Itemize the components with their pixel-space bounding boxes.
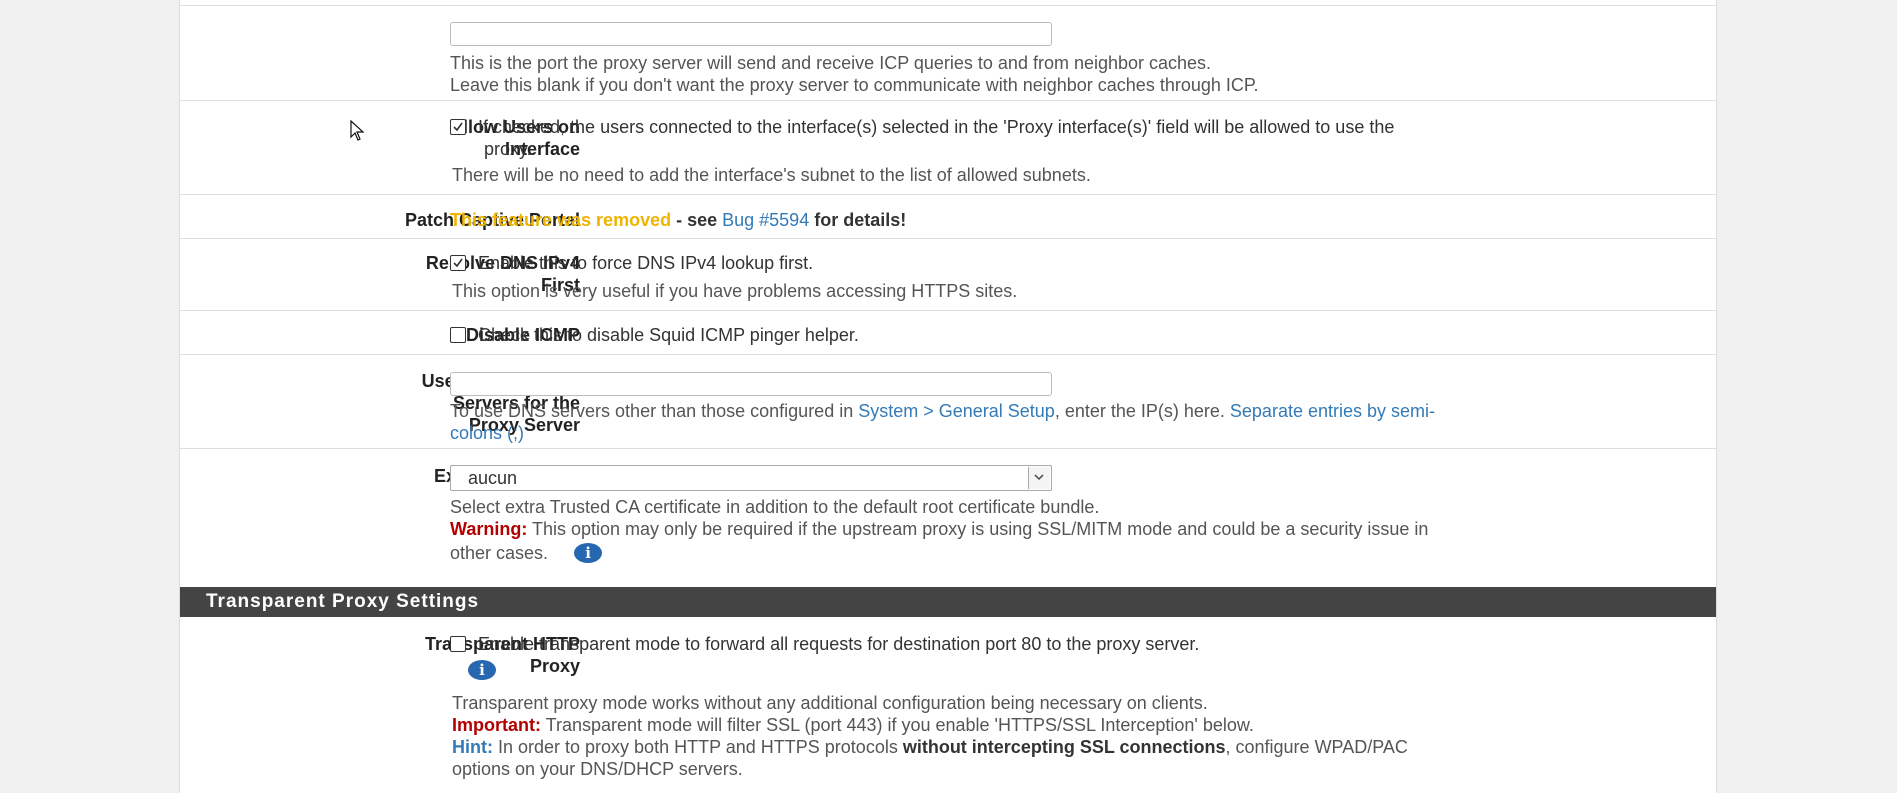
- info-icon[interactable]: i: [574, 543, 603, 563]
- extra-ca-help: Select extra Trusted CA certificate in a…: [450, 496, 1690, 564]
- hint-text-post: , configure WPAD/PAC: [1225, 737, 1408, 757]
- warning-text-line1: This option may only be required if the …: [527, 519, 1429, 539]
- alt-dns-help-pre: To use DNS servers other than those conf…: [450, 401, 859, 421]
- allow-users-control: If checked, the users connected to the i…: [450, 116, 1690, 160]
- general-setup-link[interactable]: System > General Setup: [858, 401, 1055, 421]
- transparent-help-line1: Transparent proxy mode works without any…: [452, 693, 1208, 713]
- settings-panel: ICP Port This is the port the proxy serv…: [179, 0, 1717, 793]
- transparent-http-text: Enable transparent mode to forward all r…: [478, 634, 1200, 654]
- checkmark-icon: [453, 122, 463, 132]
- allow-users-text-line2: proxy.: [484, 139, 532, 159]
- extra-ca-selected-value: aucun: [468, 468, 518, 488]
- resolve-dns-control: Enable this to force DNS IPv4 lookup fir…: [450, 252, 1690, 274]
- icp-port-input[interactable]: [450, 22, 1052, 46]
- allow-users-text-line1: If checked, the users connected to the i…: [478, 117, 1395, 137]
- patch-see-text: - see: [671, 210, 723, 230]
- resolve-dns-help: This option is very useful if you have p…: [452, 281, 1018, 301]
- icp-port-row: ICP Port This is the port the proxy serv…: [180, 5, 1716, 100]
- important-text: Transparent mode will filter SSL (port 4…: [541, 715, 1254, 735]
- resolve-dns-text: Enable this to force DNS IPv4 lookup fir…: [478, 253, 814, 273]
- allow-users-row: Allow Users on Interface If checked, the…: [180, 100, 1716, 195]
- resolve-dns-row: Resolve DNS IPv4 First Enable this to fo…: [180, 238, 1716, 311]
- extra-ca-select[interactable]: aucun: [450, 465, 1052, 491]
- hint-label: Hint:: [452, 737, 493, 757]
- chevron-down-icon[interactable]: [1028, 467, 1050, 489]
- feature-removed-text: This feature was removed: [450, 210, 672, 230]
- separate-entries-note-line1: Separate entries by semi-: [1229, 401, 1435, 421]
- disable-icmp-checkbox[interactable]: [450, 327, 466, 343]
- section-title: Transparent Proxy Settings: [206, 591, 480, 612]
- important-label: Important:: [452, 715, 541, 735]
- allow-users-help: There will be no need to add the interfa…: [452, 165, 1091, 185]
- transparent-http-row: Transparent HTTP Proxy Enable transparen…: [180, 617, 1716, 793]
- resolve-dns-checkbox[interactable]: [450, 255, 466, 271]
- checkmark-icon: [453, 258, 463, 268]
- alt-dns-help: To use DNS servers other than those conf…: [450, 400, 1690, 444]
- transparent-http-checkbox[interactable]: [450, 636, 466, 652]
- patch-captive-portal-text: This feature was removed - see Bug #5594…: [450, 209, 1690, 231]
- extra-ca-help-line: Select extra Trusted CA certificate in a…: [450, 497, 1100, 517]
- icp-port-help-line2: Leave this blank if you don't want the p…: [450, 75, 1259, 95]
- hint-text-bold: without intercepting SSL connections: [902, 737, 1226, 757]
- icp-port-help-line1: This is the port the proxy server will s…: [450, 53, 1212, 73]
- info-icon[interactable]: i: [468, 660, 496, 680]
- patch-captive-portal-row: Patch Captive Portal This feature was re…: [180, 194, 1716, 239]
- disable-icmp-text: Check this to disable Squid ICMP pinger …: [478, 325, 859, 345]
- transparent-proxy-section-header: Transparent Proxy Settings: [180, 587, 1716, 617]
- hint-text-pre: In order to proxy both HTTP and HTTPS pr…: [492, 737, 903, 757]
- icp-port-help: This is the port the proxy server will s…: [450, 52, 1690, 96]
- transparent-http-help: Transparent proxy mode works without any…: [452, 692, 1692, 780]
- bug-5594-link[interactable]: Bug #5594: [722, 210, 809, 230]
- warning-text-line2: other cases.: [450, 543, 549, 563]
- disable-icmp-row: Disable ICMP Check this to disable Squid…: [180, 310, 1716, 355]
- hint-text-line2: options on your DNS/DHCP servers.: [452, 759, 743, 779]
- patch-details-text: for details!: [809, 210, 907, 230]
- alt-dns-input[interactable]: [450, 372, 1052, 396]
- warning-label: Warning:: [450, 519, 528, 539]
- disable-icmp-control: Check this to disable Squid ICMP pinger …: [450, 324, 1690, 346]
- separate-entries-note-line2: colons (;): [450, 423, 525, 443]
- alt-dns-help-mid: , enter the IP(s) here.: [1054, 401, 1230, 421]
- transparent-http-control: Enable transparent mode to forward all r…: [450, 633, 1690, 681]
- mouse-cursor-icon: [350, 120, 365, 141]
- allow-users-checkbox[interactable]: [450, 119, 466, 135]
- alt-dns-row: Use Alternate DNS Servers for the Proxy …: [180, 354, 1716, 449]
